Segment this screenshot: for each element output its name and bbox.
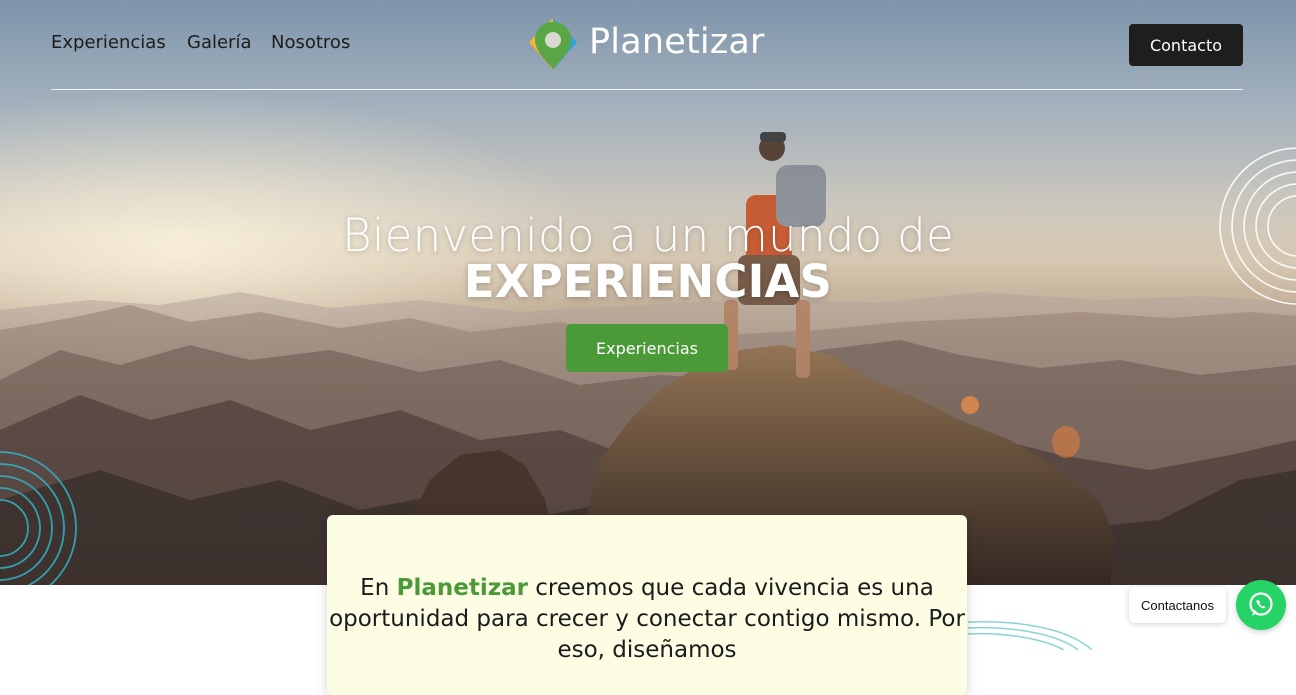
nav-link-galeria[interactable]: Galería — [187, 32, 252, 53]
whatsapp-button[interactable] — [1236, 580, 1286, 630]
decorative-rings-bottom — [968, 620, 1093, 650]
nav-link-nosotros[interactable]: Nosotros — [271, 32, 350, 53]
brand-logo[interactable]: Planetizar — [527, 16, 764, 74]
intro-text: En Planetizar creemos que cada vivencia … — [327, 573, 967, 666]
intro-prefix: En — [360, 575, 397, 601]
hero-section: Experiencias Galería Nosotros Planetizar… — [0, 0, 1296, 585]
intro-brand-name: Planetizar — [396, 575, 528, 601]
location-pin-logo-icon — [529, 18, 577, 70]
hero-title: Bienvenido a un mundo de — [342, 209, 954, 262]
nav-divider — [51, 89, 1243, 90]
nav-link-experiencias[interactable]: Experiencias — [51, 32, 166, 53]
hero-title-emphasis: EXPERIENCIAS — [463, 255, 833, 308]
intro-card: En Planetizar creemos que cada vivencia … — [327, 515, 967, 695]
brand-name: Planetizar — [589, 22, 765, 62]
decorative-rings-left — [0, 451, 77, 585]
whatsapp-icon — [1249, 592, 1273, 616]
experiences-cta-button[interactable]: Experiencias — [566, 324, 728, 372]
whatsapp-label[interactable]: Contactanos — [1129, 587, 1226, 623]
contact-button[interactable]: Contacto — [1129, 24, 1243, 66]
